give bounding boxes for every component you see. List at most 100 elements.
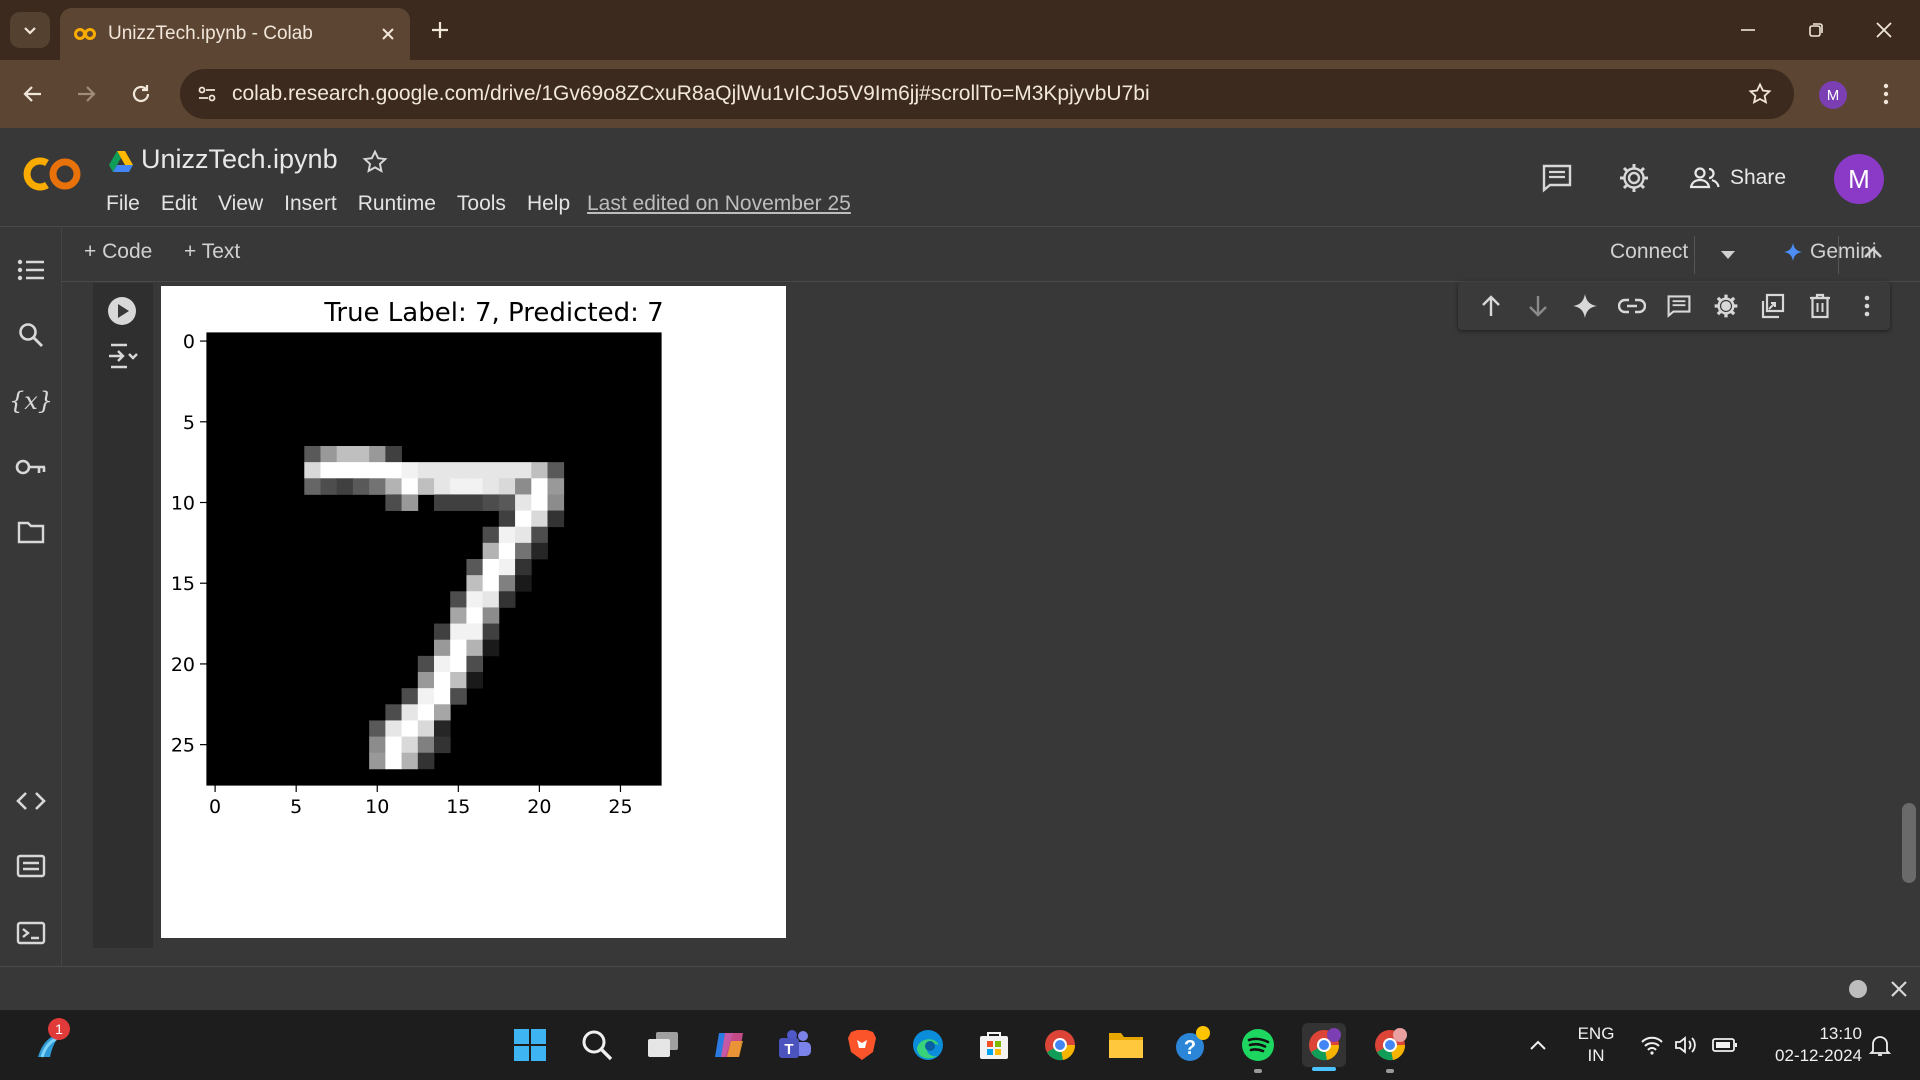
menu-edit[interactable]: Edit (161, 192, 197, 216)
files-button[interactable] (11, 512, 51, 552)
last-edited-link[interactable]: Last edited on November 25 (587, 192, 851, 216)
minimize-icon (1741, 29, 1755, 31)
svg-text:?: ? (1184, 1037, 1196, 1059)
menu-insert[interactable]: Insert (284, 192, 337, 216)
start-button[interactable] (508, 1023, 552, 1067)
menu-runtime[interactable]: Runtime (358, 192, 436, 216)
chrome-button[interactable] (1038, 1023, 1082, 1067)
address-bar[interactable]: colab.research.google.com/drive/1Gv69o8Z… (180, 69, 1794, 119)
command-palette-button[interactable] (11, 846, 51, 886)
browser-menu-button[interactable] (1866, 74, 1906, 114)
y-tick-label: 5 (183, 412, 195, 434)
image-pixel (515, 462, 532, 479)
image-pixel (515, 575, 532, 592)
battery-icon[interactable] (1712, 1037, 1738, 1053)
command-palette-icon (16, 854, 46, 878)
image-pixel (385, 720, 402, 737)
chrome-profile-2-button[interactable] (1368, 1023, 1412, 1067)
move-cell-down-button[interactable] (1515, 286, 1562, 326)
image-pixel (498, 510, 516, 528)
image-pixel (466, 639, 484, 657)
microsoft-store-button[interactable] (972, 1023, 1016, 1067)
colab-logo[interactable] (20, 154, 84, 194)
x-tick-label: 10 (365, 796, 389, 818)
wifi-icon[interactable] (1640, 1035, 1664, 1055)
connect-dropdown-icon[interactable] (1720, 250, 1736, 260)
delete-cell-button[interactable] (1796, 286, 1843, 326)
restore-window-button[interactable] (1796, 10, 1836, 50)
close-tab-icon[interactable] (380, 26, 396, 42)
image-pixel (466, 672, 484, 689)
user-avatar[interactable]: M (1834, 154, 1884, 204)
copilot-button[interactable] (707, 1023, 751, 1067)
task-view-button[interactable] (641, 1023, 685, 1067)
spotify-button[interactable] (1236, 1023, 1280, 1067)
add-comment-button[interactable] (1656, 286, 1703, 326)
search-taskbar-button[interactable] (575, 1023, 619, 1067)
site-info-icon[interactable] (196, 83, 218, 105)
back-button[interactable] (13, 74, 53, 114)
show-hidden-icons-icon[interactable] (1529, 1039, 1547, 1051)
connect-button[interactable]: Connect (1610, 240, 1688, 264)
gemini-cell-button[interactable] (1562, 286, 1609, 326)
cell-settings-button[interactable] (1702, 286, 1749, 326)
share-label: Share (1730, 166, 1787, 189)
google-drive-icon[interactable] (108, 150, 134, 172)
clock[interactable]: 13:10 02-12-2024 (1752, 1023, 1862, 1067)
collapse-header-icon[interactable] (1862, 245, 1884, 259)
run-cell-icon[interactable] (107, 296, 137, 326)
terminal-button[interactable] (11, 913, 51, 953)
open-app-indicator (1386, 1069, 1394, 1073)
notebook-scrollbar-thumb[interactable] (1902, 803, 1916, 883)
variables-button[interactable]: {x} (9, 381, 53, 421)
bookmark-star-icon[interactable] (1748, 82, 1772, 106)
x-tick-label: 15 (446, 796, 470, 818)
image-pixel (304, 478, 321, 495)
add-text-cell-button[interactable]: + Text (184, 240, 240, 264)
menu-help[interactable]: Help (527, 192, 570, 216)
minimize-window-button[interactable] (1728, 10, 1768, 50)
file-explorer-button[interactable] (1104, 1023, 1148, 1067)
menu-tools[interactable]: Tools (457, 192, 506, 216)
teams-button[interactable]: T (773, 1023, 817, 1067)
output-actions-icon[interactable] (107, 342, 139, 370)
mirror-cell-button[interactable] (1749, 286, 1796, 326)
mnist-image-plot: True Label: 7, Predicted: 7 0 5 10 15 20 25 0 5… (171, 298, 664, 818)
get-help-button[interactable]: ? (1170, 1023, 1214, 1067)
browser-tab-active[interactable]: UnizzTech.ipynb - Colab (60, 8, 410, 60)
tab-search-dropdown-button[interactable] (10, 12, 50, 48)
secrets-button[interactable] (11, 447, 51, 487)
add-code-cell-button[interactable]: + Code (84, 240, 152, 264)
volume-icon[interactable] (1674, 1035, 1698, 1055)
forward-button[interactable] (66, 74, 106, 114)
find-button[interactable] (11, 315, 51, 355)
image-pixel (417, 655, 435, 673)
chrome-profile-m-button[interactable] (1302, 1023, 1346, 1067)
more-cell-actions-button[interactable] (1843, 286, 1890, 326)
y-tick-label: 15 (171, 573, 195, 595)
status-bar (0, 966, 1920, 1010)
image-pixel (450, 478, 467, 495)
language-indicator[interactable]: ENG IN (1572, 1023, 1620, 1067)
reload-button[interactable] (121, 74, 161, 114)
notebook-name[interactable]: UnizzTech.ipynb (141, 144, 338, 175)
brave-browser-button[interactable] (840, 1023, 884, 1067)
share-button[interactable]: Share (1690, 158, 1786, 198)
menu-file[interactable]: File (106, 192, 140, 216)
copy-link-button[interactable] (1609, 286, 1656, 326)
comments-button[interactable] (1537, 158, 1577, 198)
table-of-contents-button[interactable] (11, 250, 51, 290)
image-pixel (531, 494, 548, 511)
image-pixel (450, 623, 467, 641)
menu-view[interactable]: View (218, 192, 263, 216)
new-tab-button[interactable] (424, 14, 456, 46)
notifications-bell-icon[interactable] (1868, 1034, 1892, 1058)
settings-button[interactable] (1614, 158, 1654, 198)
star-icon[interactable] (362, 149, 388, 175)
edge-browser-button[interactable] (906, 1023, 950, 1067)
browser-profile-avatar[interactable]: M (1819, 81, 1847, 109)
move-cell-up-button[interactable] (1468, 286, 1515, 326)
close-icon[interactable] (1890, 980, 1908, 998)
close-window-button[interactable] (1864, 10, 1904, 50)
code-snippets-button[interactable] (11, 781, 51, 821)
